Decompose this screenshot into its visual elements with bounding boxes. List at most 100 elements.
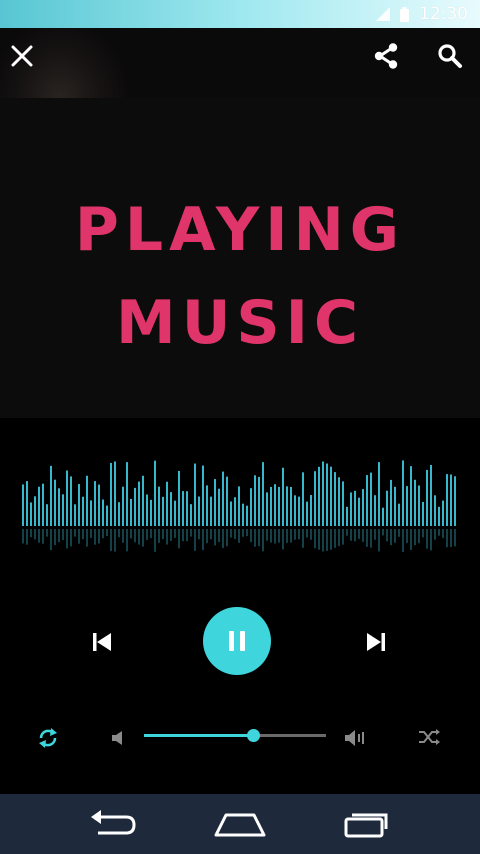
visualizer-bar <box>122 486 124 526</box>
visualizer-bar-reflection <box>238 529 240 543</box>
home-button[interactable] <box>212 804 268 844</box>
next-button[interactable] <box>356 622 396 662</box>
visualizer-bar-reflection <box>342 529 344 545</box>
visualizer-bar-reflection <box>246 529 248 537</box>
visualizer-bar <box>266 492 268 526</box>
volume-slider-thumb[interactable] <box>247 729 261 742</box>
visualizer-bar-reflection <box>234 529 236 540</box>
visualizer-bar <box>102 499 104 526</box>
visualizer-bar <box>54 479 56 526</box>
visualizer-bar <box>130 498 132 526</box>
visualizer-bar-reflection <box>158 529 160 543</box>
visualizer-bar <box>426 469 428 526</box>
visualizer-bar-reflection <box>42 529 44 544</box>
visualizer-bar <box>146 494 148 526</box>
visualizer-bar <box>414 479 416 526</box>
visualizer-bar <box>166 481 168 526</box>
back-button[interactable] <box>85 804 141 844</box>
visualizer-bar-reflection <box>138 529 140 545</box>
visualizer-bar <box>354 490 356 526</box>
visualizer-bar-reflection <box>418 529 420 544</box>
visualizer-bar-reflection <box>210 529 212 540</box>
visualizer-bar <box>86 475 88 526</box>
status-time: 12:30 <box>419 4 468 24</box>
visualizer-bar <box>174 500 176 526</box>
visualizer-bar-reflection <box>310 529 312 540</box>
pause-button[interactable] <box>203 607 271 675</box>
shuffle-button[interactable] <box>414 722 444 752</box>
visualizer-bar-reflection <box>82 529 84 540</box>
visualizer-bar <box>262 462 264 526</box>
visualizer-bar <box>138 481 140 526</box>
visualizer-bar <box>182 491 184 526</box>
visualizer-bar <box>450 474 452 526</box>
share-button[interactable] <box>364 34 408 78</box>
visualizer-bar-reflection <box>186 529 188 542</box>
visualizer-bar-reflection <box>330 529 332 550</box>
visualizer-bar <box>94 481 96 526</box>
visualizer-bar <box>314 471 316 526</box>
visualizer-bar <box>270 486 272 526</box>
visualizer-bar <box>202 465 204 526</box>
visualizer-bar-reflection <box>106 529 108 537</box>
visualizer-bar <box>170 492 172 526</box>
visualizer-bar <box>62 494 64 526</box>
visualizer-bar <box>230 501 232 526</box>
visualizer-bar-reflection <box>166 529 168 545</box>
visualizer-bar <box>334 472 336 526</box>
visualizer-bar-reflection <box>46 529 48 537</box>
volume-down-button[interactable] <box>106 724 130 752</box>
previous-button[interactable] <box>82 622 122 662</box>
visualizer-bar <box>206 485 208 526</box>
visualizer-bar <box>178 470 180 526</box>
visualizer-bar-reflection <box>350 529 352 541</box>
visualizer-bar <box>218 488 220 526</box>
visualizer-bar <box>446 474 448 526</box>
visualizer-bar <box>254 475 256 526</box>
visualizer-bar <box>38 486 40 526</box>
visualizer-bar <box>162 496 164 526</box>
visualizer-bar-reflection <box>30 529 32 538</box>
visualizer-bar-reflection <box>358 529 360 539</box>
search-button[interactable] <box>428 34 472 78</box>
visualizer-bar-reflection <box>38 529 40 543</box>
visualizer-bar-reflection <box>202 529 204 551</box>
visualizer-bar <box>442 500 444 526</box>
visualizer-bar <box>118 502 120 526</box>
visualizer-bar-reflection <box>214 529 216 546</box>
close-button[interactable] <box>0 34 44 78</box>
visualizer-bar-reflection <box>362 529 364 542</box>
search-icon <box>438 44 462 68</box>
visualizer-bar-reflection <box>422 529 424 538</box>
visualizer-bar-reflection <box>26 529 28 545</box>
visualizer-bar-reflection <box>134 529 136 543</box>
visualizer-bar-reflection <box>322 529 324 552</box>
visualizer-bar-reflection <box>434 529 436 540</box>
visualizer-bar <box>346 506 348 526</box>
visualizer-bar-reflection <box>226 529 228 547</box>
volume-up-button[interactable] <box>340 724 370 752</box>
visualizer-bar-reflection <box>306 529 308 538</box>
visualizer-bar-reflection <box>274 529 276 544</box>
visualizer-bar <box>406 486 408 526</box>
visualizer-bar <box>42 483 44 526</box>
visualizer-bar-reflection <box>126 529 128 552</box>
visualizer-bar-reflection <box>206 529 208 544</box>
visualizer-bar-reflection <box>278 529 280 543</box>
visualizer-bar <box>454 476 456 526</box>
visualizer-bar <box>58 488 60 526</box>
visualizer-bar-reflection <box>182 529 184 542</box>
recents-button[interactable] <box>339 804 395 844</box>
visualizer-bar <box>282 467 284 526</box>
repeat-button[interactable] <box>32 722 64 754</box>
visualizer-bar <box>422 501 424 526</box>
visualizer-bar-reflection <box>354 529 356 542</box>
visualizer-bar-reflection <box>438 529 440 536</box>
visualizer-bar-reflection <box>242 529 244 537</box>
visualizer-bar-reflection <box>346 529 348 536</box>
visualizer-bar <box>26 481 28 526</box>
visualizer-bar <box>306 501 308 526</box>
visualizer-bar <box>158 486 160 526</box>
volume-slider[interactable] <box>144 729 326 742</box>
volume-down-icon <box>112 731 122 745</box>
